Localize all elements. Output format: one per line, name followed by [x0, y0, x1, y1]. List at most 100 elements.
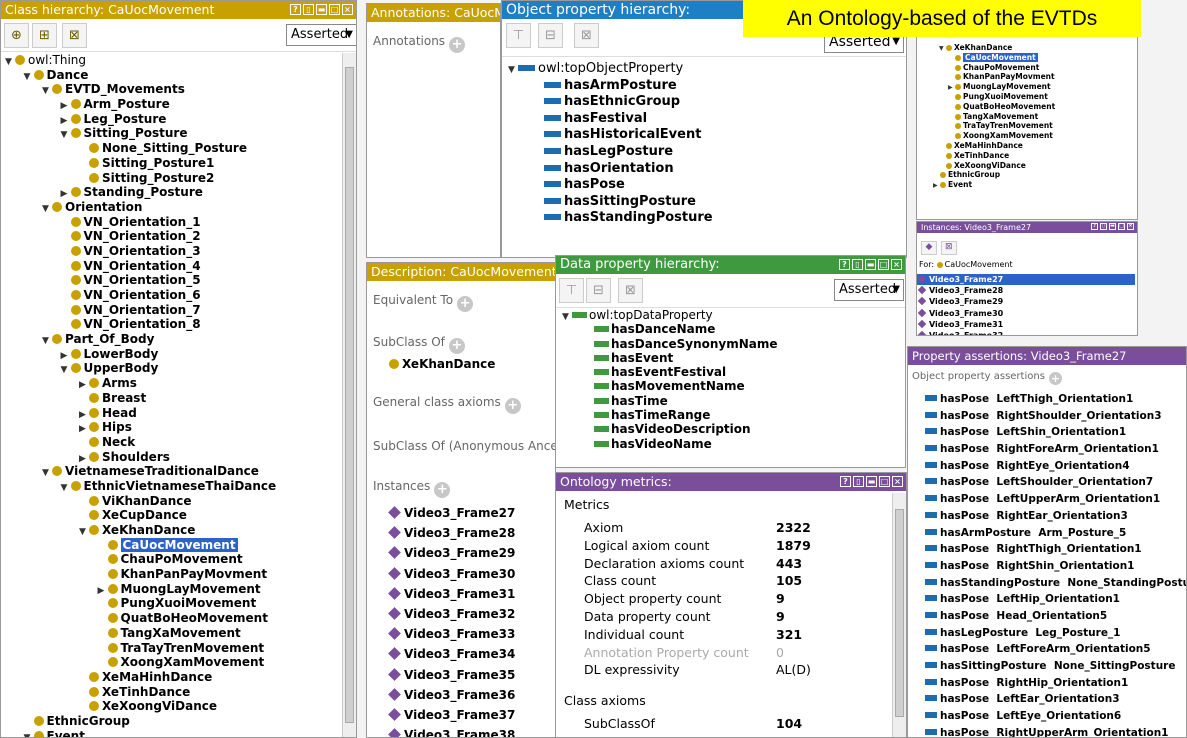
expanded-toggle-icon[interactable]: ▼ [24, 731, 34, 737]
tree-item[interactable]: ▶ Arm_Posture [5, 97, 341, 112]
assertion-item[interactable]: hasPose RightForeArm_Orientation1 [908, 441, 1186, 458]
add-equivalent-icon[interactable]: + [457, 296, 474, 312]
object-property-item[interactable]: hasStandingPosture [508, 210, 713, 227]
assertion-item[interactable]: hasPose RightShoulder_Orientation3 [908, 408, 1186, 425]
tree-item[interactable]: VN_Orientation_8 [5, 317, 341, 332]
instance-item[interactable]: Video3_Frame30 [387, 564, 515, 584]
add-sibling-property-button[interactable]: ⊟ [586, 278, 611, 303]
data-property-item[interactable]: hasEventFestival [562, 365, 778, 379]
instance-item[interactable]: Video3_Frame33 [387, 624, 515, 644]
mini-tree-item[interactable]: ▶ MuongLayMovement [921, 82, 1055, 92]
tree-item[interactable]: VN_Orientation_4 [5, 259, 341, 274]
minimize-icon[interactable]: ▬ [1109, 223, 1116, 230]
object-property-item[interactable]: hasPose [508, 177, 713, 194]
instance-item[interactable]: Video3_Frame36 [387, 685, 515, 705]
add-sibling-property-button[interactable]: ⊟ [538, 23, 563, 48]
tree-item[interactable]: ▼ Event [5, 729, 341, 737]
metrics-scrollbar[interactable] [892, 493, 906, 737]
tree-item[interactable]: VN_Orientation_5 [5, 273, 341, 288]
expanded-toggle-icon[interactable]: ▼ [939, 44, 946, 54]
tree-item[interactable]: ▼ VietnameseTraditionalDance [5, 464, 341, 479]
data-property-item[interactable]: hasVideoName [562, 437, 778, 451]
mini-tree-item[interactable]: CaUocMovement [921, 52, 1055, 63]
class-mode-select[interactable]: Asserted ▼ [286, 24, 356, 46]
add-assertion-icon[interactable]: + [1048, 372, 1062, 385]
data-property-item[interactable]: hasMovementName [562, 379, 778, 393]
assertion-item[interactable]: hasPose Head_Orientation5 [908, 608, 1186, 625]
tree-item[interactable]: ▶ Standing_Posture [5, 185, 341, 200]
tree-item[interactable]: ▼ owl:Thing [5, 53, 341, 68]
tree-item[interactable]: ▶ LowerBody [5, 347, 341, 362]
individual-item[interactable]: Video3_Frame31 [917, 319, 1135, 330]
object-property-item[interactable]: hasHistoricalEvent [508, 127, 713, 144]
instance-item[interactable]: Video3_Frame38 [387, 725, 515, 737]
object-property-item[interactable]: hasArmPosture [508, 78, 713, 95]
mini-tree-item[interactable]: XoongXamMovement [921, 131, 1055, 141]
assertion-item[interactable]: hasPose LeftEye_Orientation6 [908, 708, 1186, 725]
tree-item[interactable]: CaUocMovement [5, 537, 341, 553]
assertion-item[interactable]: hasLegPosture Leg_Posture_1 [908, 625, 1186, 642]
delete-individual-button[interactable]: ⊠ [940, 241, 957, 255]
tree-item[interactable]: EthnicGroup [5, 714, 341, 729]
mini-tree-item[interactable]: XeXoongViDance [921, 161, 1055, 171]
subclass-value[interactable]: XeKhanDance [389, 357, 495, 371]
mini-tree-item[interactable]: ▼ XeKhanDance [921, 43, 1055, 53]
delete-class-button[interactable]: ⊠ [62, 23, 87, 48]
tree-item[interactable]: XeCupDance [5, 508, 341, 523]
tree-item[interactable]: ViKhanDance [5, 494, 341, 509]
instance-item[interactable]: Video3_Frame34 [387, 644, 515, 664]
mini-tree-item[interactable]: TangXaMovement [921, 112, 1055, 122]
tree-item[interactable]: TangXaMovement [5, 626, 341, 641]
tree-item[interactable]: Breast [5, 391, 341, 406]
data-property-item[interactable]: hasTime [562, 394, 778, 408]
tree-item[interactable]: ▶ Shoulders [5, 450, 341, 465]
assertion-item[interactable]: hasPose LeftThigh_Orientation1 [908, 391, 1186, 408]
instance-item[interactable]: Video3_Frame32 [387, 604, 515, 624]
assertion-item[interactable]: hasPose RightThigh_Orientation1 [908, 541, 1186, 558]
tree-item[interactable]: ▼ UpperBody [5, 361, 341, 376]
object-property-item[interactable]: hasOrientation [508, 161, 713, 178]
object-property-item[interactable]: hasEthnicGroup [508, 94, 713, 111]
expanded-toggle-icon[interactable]: ▼ [562, 310, 572, 324]
mini-tree-item[interactable]: PungXuoiMovement [921, 92, 1055, 102]
tree-item[interactable]: Neck [5, 435, 341, 450]
minimize-icon[interactable]: ▬ [866, 476, 877, 487]
close-icon[interactable]: × [892, 476, 903, 487]
assertion-item[interactable]: hasPose RightShin_Orientation1 [908, 558, 1186, 575]
close-icon[interactable]: × [1127, 223, 1134, 230]
add-instance-icon[interactable]: + [434, 482, 451, 498]
tree-item[interactable]: ▼ Orientation [5, 200, 341, 215]
tree-item[interactable]: QuatBoHeoMovement [5, 611, 341, 626]
object-property-item[interactable]: hasSittingPosture [508, 194, 713, 211]
individual-item[interactable]: Video3_Frame32 [917, 330, 1135, 335]
tree-item[interactable]: VN_Orientation_2 [5, 229, 341, 244]
tree-item[interactable]: Sitting_Posture2 [5, 171, 341, 186]
instance-item[interactable]: Video3_Frame27 [387, 503, 515, 523]
tree-item[interactable]: ▶ Head [5, 406, 341, 421]
individual-item[interactable]: Video3_Frame30 [917, 308, 1135, 319]
minimize-icon[interactable]: ▬ [316, 4, 327, 15]
help-icon[interactable]: ? [1091, 223, 1098, 230]
instance-item[interactable]: Video3_Frame37 [387, 705, 515, 725]
close-icon[interactable]: × [342, 4, 353, 15]
object-property-item[interactable]: hasLegPosture [508, 144, 713, 161]
tree-item[interactable]: None_Sitting_Posture [5, 141, 341, 156]
assertion-item[interactable]: hasPose RightHip_Orientation1 [908, 675, 1186, 692]
assertion-item[interactable]: hasSittingPosture None_SittingPosture [908, 658, 1186, 675]
tree-item[interactable]: XeTinhDance [5, 685, 341, 700]
instance-item[interactable]: Video3_Frame29 [387, 543, 515, 563]
object-property-root[interactable]: ▼ owl:topObjectProperty [508, 61, 713, 78]
minimize-icon[interactable]: ▬ [865, 259, 876, 270]
tree-item[interactable]: ▶ Arms [5, 376, 341, 391]
assertion-item[interactable]: hasPose LeftShin_Orientation1 [908, 424, 1186, 441]
class-tree-scrollbar[interactable] [342, 53, 356, 737]
assertion-item[interactable]: hasPose LeftShoulder_Orientation7 [908, 474, 1186, 491]
mini-tree-item[interactable]: ▶ Event [921, 180, 1055, 190]
assertion-item[interactable]: hasPose LeftUpperArm_Orientation1 [908, 491, 1186, 508]
data-property-root[interactable]: ▼ owl:topDataProperty [562, 308, 778, 322]
tree-item[interactable]: XoongXamMovement [5, 655, 341, 670]
tree-item[interactable]: PungXuoiMovement [5, 596, 341, 611]
mini-tree-item[interactable]: EthnicGroup [921, 170, 1055, 180]
scroll-thumb[interactable] [895, 509, 904, 717]
tree-item[interactable]: VN_Orientation_1 [5, 215, 341, 230]
